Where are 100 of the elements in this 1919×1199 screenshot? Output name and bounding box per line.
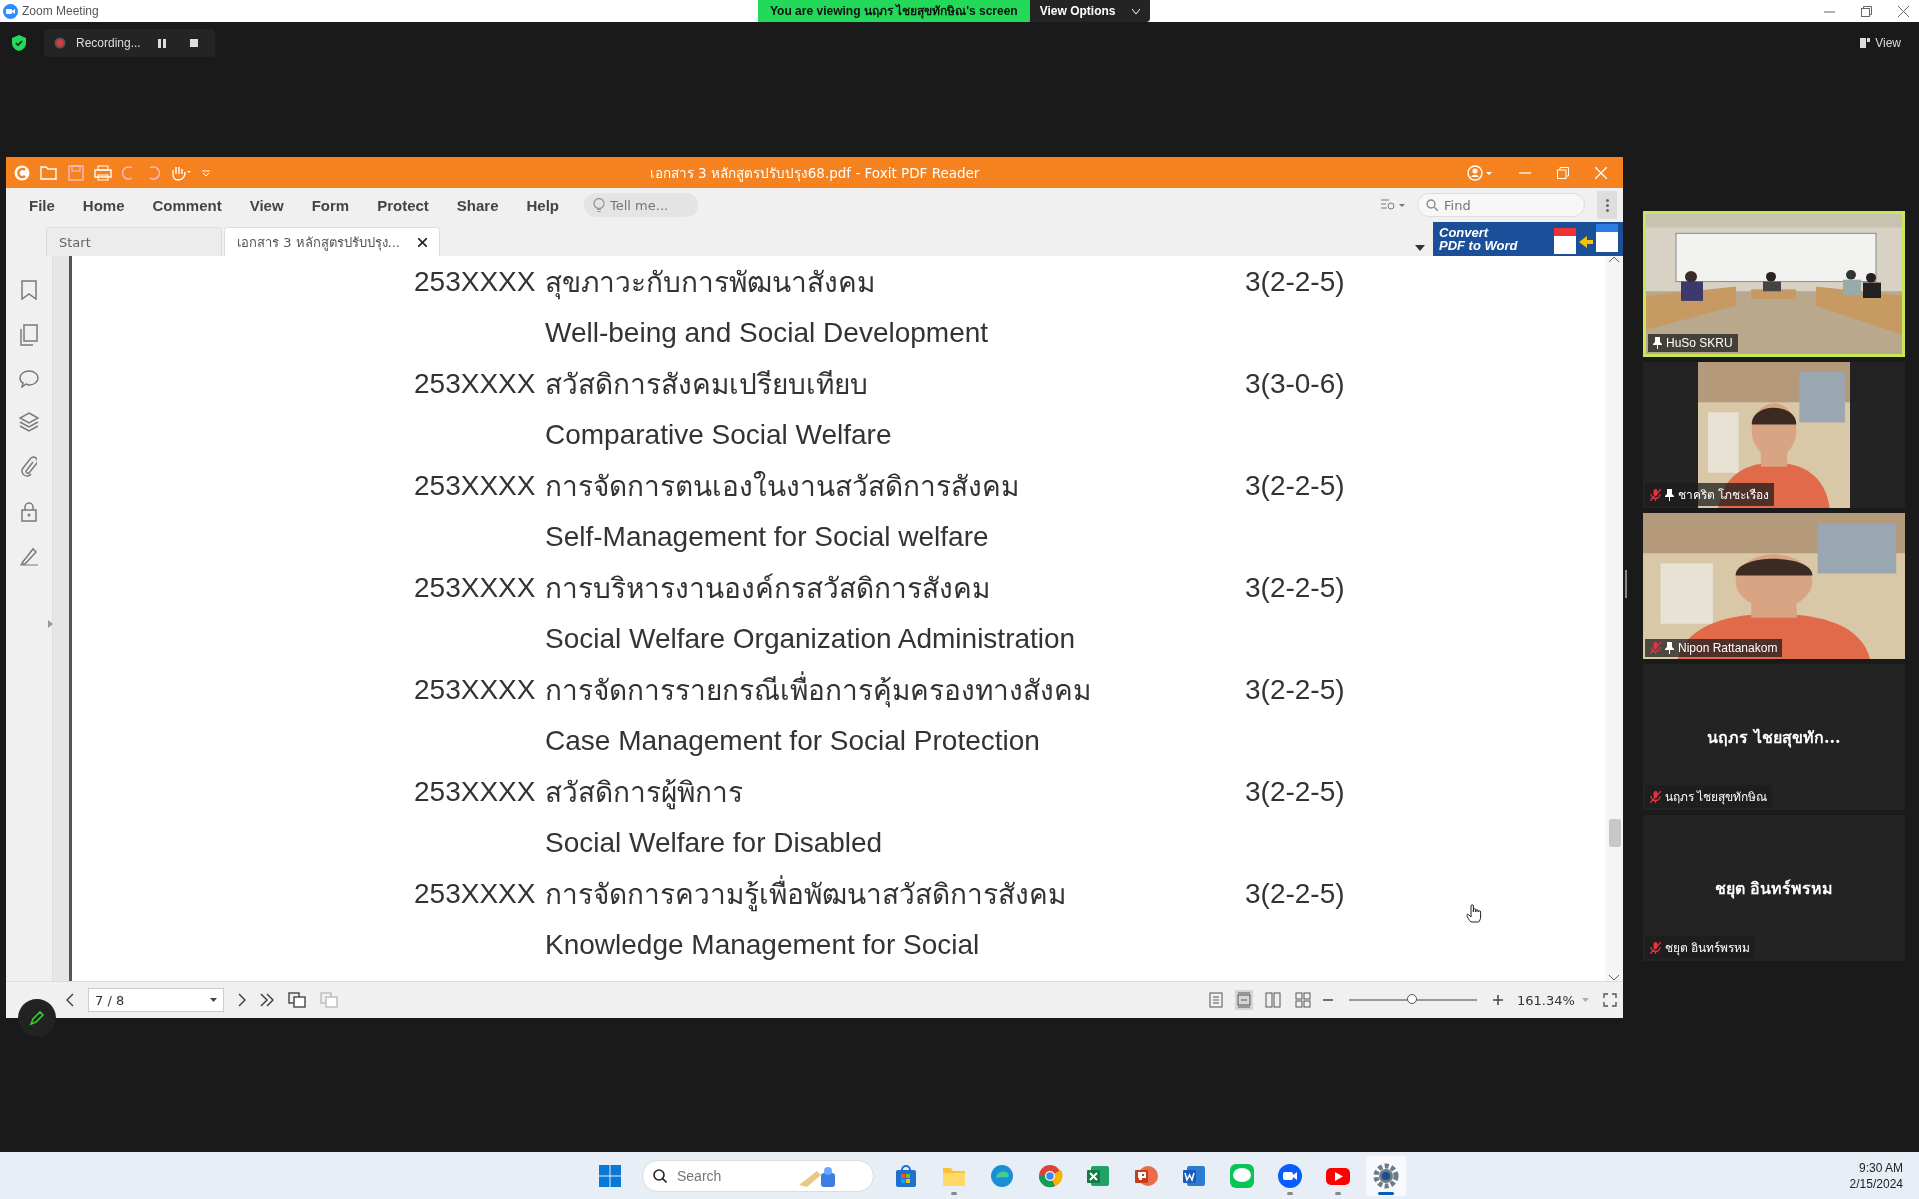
paperclip-icon[interactable] (21, 456, 37, 478)
scroll-down-icon[interactable] (1609, 975, 1619, 981)
pencil-cup-icon (797, 1164, 837, 1187)
participant-name: ชาคริต โภชะเรือง (1678, 487, 1770, 504)
pages-icon[interactable] (20, 324, 38, 346)
document-tab[interactable]: เอกสาร 3 หลักสูตรปรับปรุง... (224, 227, 440, 256)
restore-icon[interactable] (1861, 5, 1872, 17)
page-layout-button[interactable] (1207, 990, 1225, 1010)
last-page-icon[interactable] (260, 993, 274, 1007)
print-icon[interactable] (94, 164, 112, 181)
course-title: Social Welfare for Disabled (545, 826, 884, 859)
page-layout-button[interactable] (1293, 990, 1313, 1010)
credit-hours: 3(2-2-5) (1245, 571, 1346, 604)
swirl-logo-icon (14, 164, 30, 181)
circle-icon (1037, 1162, 1063, 1189)
course-title: สุขภาวะกับการพัฒนาสังคม (545, 265, 876, 302)
course-title: Self-Management for Social welfare (545, 520, 990, 553)
next-page-icon[interactable] (238, 993, 246, 1007)
banner-text: Convert (1439, 226, 1490, 239)
convert-banner[interactable]: Convert PDF to Word (1433, 222, 1623, 256)
video-tile[interactable]: ชาคริต โภชะเรือง (1643, 362, 1905, 508)
gear-icon (1373, 1162, 1399, 1189)
tell-me-field[interactable]: Tell me... (584, 193, 699, 217)
page-layout-button[interactable] (1235, 990, 1253, 1010)
menu-item[interactable]: Home (73, 196, 134, 214)
pin-icon (1653, 337, 1662, 349)
video-camera-logo-icon (3, 3, 18, 19)
search-options-icon[interactable] (1381, 198, 1405, 212)
bookmark-icon[interactable] (21, 280, 37, 300)
annotate-button[interactable] (18, 999, 56, 1037)
speech-bubble-icon[interactable] (19, 370, 39, 388)
participant-name: HuSo SKRU (1666, 336, 1733, 350)
more-icon (1605, 198, 1609, 212)
course-title: Social Welfare Organization Administration (545, 622, 1077, 655)
layers-icon[interactable] (19, 412, 39, 432)
menu-item[interactable]: Share (447, 196, 508, 214)
menu-item[interactable]: Comment (143, 196, 231, 214)
window-title: Zoom Meeting (22, 4, 99, 18)
window-title: เอกสาร 3 หลักสูตรปรับปรุง68.pdf - Foxit PDF Reader (649, 163, 980, 184)
hand-cursor-icon (1466, 903, 1484, 923)
swirl-icon (989, 1162, 1015, 1189)
course-code: 253XXXX (414, 775, 537, 808)
course-title: การจัดการรายกรณีเพื่อการคุ้มครองทางสังคม (545, 667, 1245, 712)
pen-signature-icon[interactable] (19, 546, 39, 566)
menu-item[interactable]: View (240, 196, 293, 214)
credit-hours: 3(2-2-5) (1245, 775, 1346, 808)
open-folder-icon[interactable] (40, 165, 58, 180)
course-code: 253XXXX (414, 877, 537, 910)
lock-icon[interactable] (21, 502, 37, 522)
video-tile[interactable]: HuSo SKRU (1643, 211, 1905, 357)
video-call-icon (1277, 1162, 1303, 1189)
zoom-in-icon[interactable] (1493, 995, 1503, 1005)
muted-mic-icon (1650, 941, 1661, 954)
course-code: 253XXXX (414, 673, 537, 706)
zoom-field[interactable]: 161.34% (1513, 989, 1593, 1011)
page-number-field[interactable]: 7 / 8 (88, 988, 224, 1012)
pause-icon (157, 38, 166, 48)
copy-pages-icon[interactable] (288, 992, 306, 1008)
windows-logo-icon (599, 1164, 621, 1187)
document-tab[interactable]: Start (46, 227, 222, 256)
recording-label: Recording... (76, 36, 141, 50)
scroll-up-icon[interactable] (1609, 256, 1619, 262)
menu-item[interactable]: File (20, 196, 64, 214)
course-title: Knowledge Management for Social (545, 928, 981, 961)
close-icon[interactable] (417, 237, 427, 247)
pencil-icon (29, 1010, 45, 1026)
caret-icon[interactable] (1415, 245, 1425, 251)
scroll-thumb[interactable] (1609, 819, 1621, 847)
fullscreen-icon[interactable] (1603, 993, 1617, 1007)
caret-icon (1131, 8, 1140, 14)
view-options-button[interactable]: View Options (1029, 0, 1150, 22)
video-tile[interactable]: นฤภร ไชยสุขทัก... นฤภร ไชยสุขทักษิณ (1643, 664, 1905, 810)
menu-item[interactable]: Help (517, 196, 569, 214)
participant-name: นฤภร ไชยสุขทัก... (1707, 726, 1841, 750)
restore-icon[interactable] (1557, 166, 1569, 179)
menu-item[interactable]: Protect (368, 196, 438, 214)
course-title: การบริหารงานองค์กรสวัสดิการสังคม (545, 571, 991, 606)
video-tile[interactable]: ชยุต อินทร์พรหม ชยุต อินทร์พรหม (1643, 815, 1905, 961)
participant-name: ชยุต อินทร์พรหม (1714, 877, 1834, 901)
screen-share-banner: You are viewing นฤภร ไชยสุขทักษิณ's screen (758, 0, 1030, 22)
view-button[interactable]: View (1854, 35, 1907, 51)
hand-icon[interactable] (170, 164, 192, 181)
expand-arrow-icon[interactable] (48, 620, 53, 628)
taskbar-app-button[interactable] (1366, 1155, 1406, 1196)
participant-name: Nipon Rattanakom (1678, 641, 1778, 655)
course-title: Comparative Social Welfare (545, 418, 893, 451)
stop-icon (189, 39, 198, 47)
menu-item[interactable]: Form (302, 196, 359, 214)
find-field[interactable]: Find (1417, 193, 1585, 217)
more-button[interactable] (1597, 191, 1617, 219)
record-dot-icon (54, 37, 66, 49)
participant-name: ชยุต อินทร์พรหม (1665, 940, 1751, 957)
account-icon[interactable] (1467, 164, 1493, 181)
course-title: Well-being and Social Development (545, 316, 990, 349)
page-layout-button[interactable] (1263, 990, 1283, 1010)
video-tile[interactable]: Nipon Rattanakom (1643, 513, 1905, 659)
caret-icon (210, 998, 217, 1002)
course-code: 253XXXX (414, 571, 537, 604)
dropdown-icon[interactable] (202, 168, 210, 177)
previous-page-icon[interactable] (66, 993, 74, 1007)
